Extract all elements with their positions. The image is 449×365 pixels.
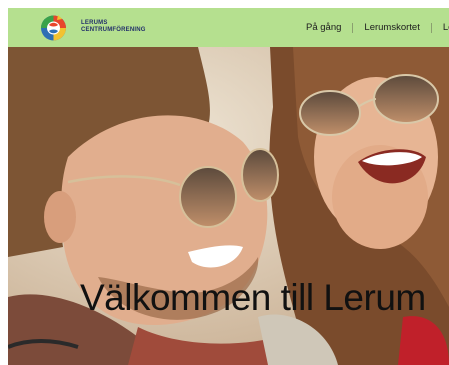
nav-item-pa-gang[interactable]: På gång xyxy=(304,22,343,33)
site-header: LERUMS CENTRUMFÖRENING På gång Lerumskor… xyxy=(8,8,449,47)
main-nav: På gång Lerumskortet Le xyxy=(304,8,449,47)
brand-name[interactable]: LERUMS CENTRUMFÖRENING xyxy=(81,20,146,34)
nav-item-le[interactable]: Le xyxy=(441,22,449,33)
brand-name-line1: LERUMS xyxy=(81,20,108,26)
hero-banner: Välkommen till Lerum xyxy=(8,47,449,365)
site-logo[interactable] xyxy=(38,12,69,43)
brand-name-line2: CENTRUMFÖRENING xyxy=(81,27,146,33)
nav-divider xyxy=(352,22,354,33)
nav-item-lerumskortet[interactable]: Lerumskortet xyxy=(362,22,421,33)
hero-title: Välkommen till Lerum xyxy=(80,277,426,318)
logo-emblem-icon xyxy=(41,15,66,41)
nav-divider xyxy=(430,22,432,33)
